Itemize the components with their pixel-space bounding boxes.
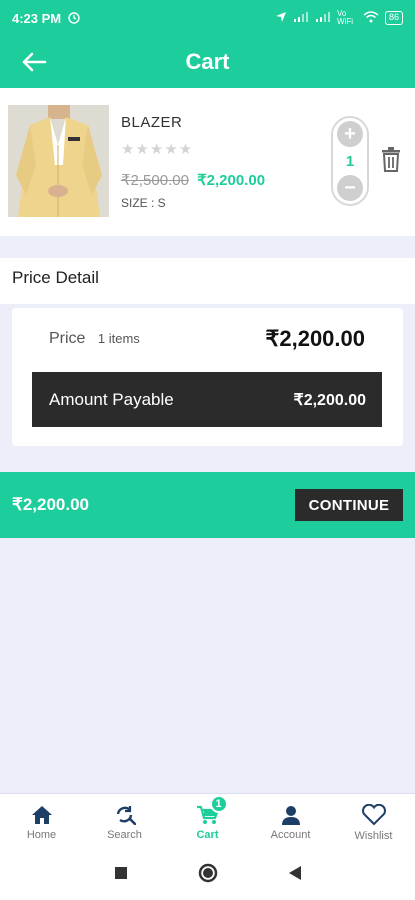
battery-icon: 86 xyxy=(384,11,403,25)
nav-item-search[interactable]: Search xyxy=(83,794,166,851)
decrease-quantity-button[interactable]: − xyxy=(337,175,363,201)
rating-stars: ★★★★★ xyxy=(121,141,194,158)
minus-icon: − xyxy=(344,177,356,199)
status-bar: 4:23 PM Vo WiFi 86 xyxy=(0,0,415,36)
signal-icon xyxy=(293,11,309,26)
triangle-back-icon xyxy=(288,866,301,880)
nav-item-home[interactable]: Home xyxy=(0,794,83,851)
search-icon xyxy=(116,805,136,825)
price-detail-heading: Price Detail xyxy=(0,258,415,304)
vowifi-label: Vo WiFi xyxy=(336,9,353,26)
increase-quantity-button[interactable]: + xyxy=(337,121,363,147)
nav-item-cart[interactable]: 1 Cart xyxy=(166,794,249,851)
location-icon xyxy=(275,11,287,26)
cart-badge: 1 xyxy=(209,795,228,813)
page-title: Cart xyxy=(185,49,230,74)
product-prices: ₹2,500.00 ₹2,200.00 xyxy=(121,171,265,189)
back-button[interactable] xyxy=(18,46,50,78)
price-value: ₹2,200.00 xyxy=(265,326,365,351)
status-time: 4:23 PM xyxy=(12,10,62,26)
back-system-button[interactable] xyxy=(288,865,302,886)
cart-total: ₹2,200.00 xyxy=(12,495,89,514)
nav-label: Cart xyxy=(196,828,219,841)
quantity-stepper: + 1 − xyxy=(331,116,369,206)
price-detail-card: Price 1 items ₹2,200.00 Amount Payable ₹… xyxy=(12,308,403,446)
amount-payable-row: Amount Payable ₹2,200.00 xyxy=(32,372,382,427)
app-header: Cart xyxy=(0,36,415,88)
amount-payable-value: ₹2,200.00 xyxy=(293,391,366,409)
plus-icon: + xyxy=(344,123,356,145)
signal-icon-2 xyxy=(315,11,331,26)
quantity-value: 1 xyxy=(345,152,355,170)
back-arrow-icon xyxy=(22,52,47,72)
product-size: SIZE : S xyxy=(121,196,166,210)
items-count: 1 items xyxy=(97,331,140,346)
nav-label: Search xyxy=(107,828,142,841)
square-icon xyxy=(114,867,127,879)
trash-icon xyxy=(382,147,400,172)
nav-label: Home xyxy=(26,828,57,841)
home-icon xyxy=(31,805,52,824)
nav-item-account[interactable]: Account xyxy=(249,794,332,851)
price-row: Price 1 items xyxy=(49,330,140,348)
checkout-bar: ₹2,200.00 CONTINUE xyxy=(0,472,415,538)
product-image[interactable] xyxy=(8,105,109,217)
recents-button[interactable] xyxy=(114,866,128,885)
circle-icon xyxy=(198,863,217,883)
wifi-icon xyxy=(363,10,379,26)
home-system-button[interactable] xyxy=(198,863,218,888)
heart-icon xyxy=(361,803,386,825)
price-label: Price xyxy=(49,330,86,347)
bottom-nav: Home Search 1 Cart Account Wishlist xyxy=(0,793,415,851)
original-price: ₹2,500.00 xyxy=(121,172,189,189)
nav-label: Account xyxy=(270,828,311,841)
alarm-icon xyxy=(67,10,81,27)
system-nav xyxy=(0,851,415,900)
sale-price: ₹2,200.00 xyxy=(197,172,266,189)
status-icons: Vo WiFi 86 xyxy=(275,10,403,26)
nav-label: Wishlist xyxy=(354,829,393,842)
product-name: BLAZER xyxy=(121,114,183,131)
nav-item-wishlist[interactable]: Wishlist xyxy=(332,794,415,851)
cart-item: BLAZER ★★★★★ ₹2,500.00 ₹2,200.00 SIZE : … xyxy=(0,88,415,236)
delete-item-button[interactable] xyxy=(380,146,406,174)
account-icon xyxy=(281,805,300,825)
continue-button[interactable]: CONTINUE xyxy=(295,489,403,521)
amount-payable-label: Amount Payable xyxy=(49,389,174,409)
